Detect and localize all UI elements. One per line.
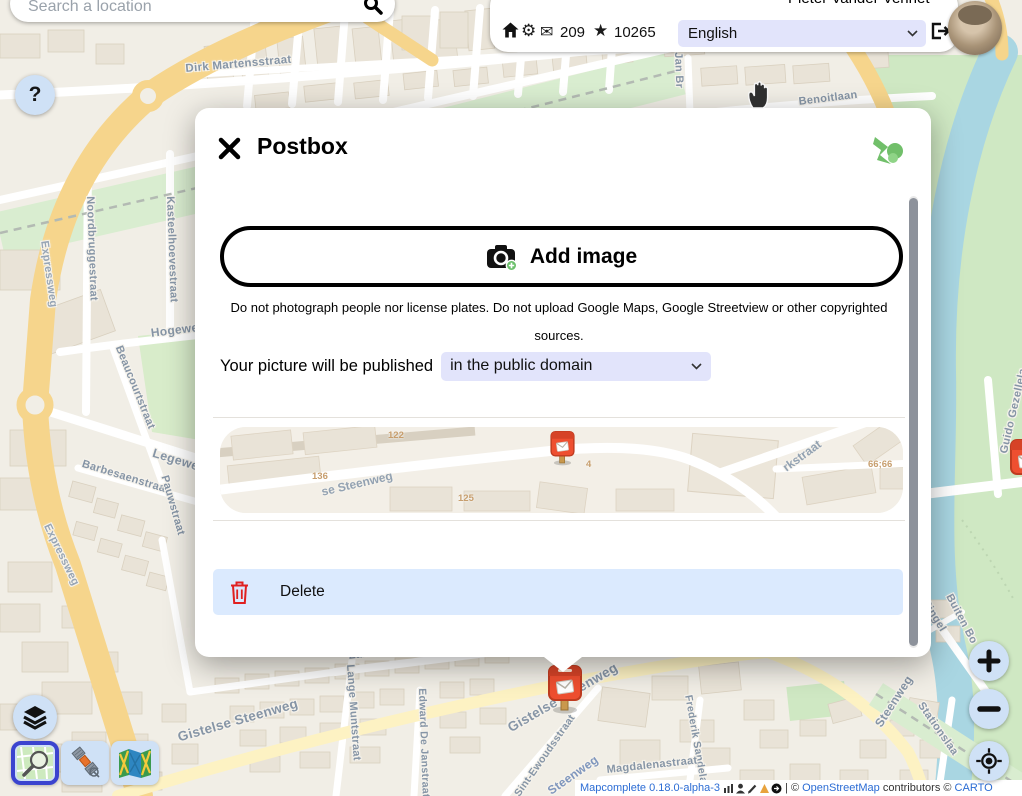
background-option-satellite[interactable] (61, 741, 109, 785)
license-select[interactable]: in the public domain (441, 352, 711, 381)
background-option-osm[interactable] (11, 741, 59, 785)
license-selected-value: in the public domain (450, 357, 592, 375)
plus-icon (977, 649, 1001, 673)
community-icon (771, 783, 782, 794)
delete-label: Delete (280, 583, 325, 601)
search-input[interactable]: Search a location (28, 0, 152, 16)
trash-icon (229, 580, 250, 605)
carto-link[interactable]: CARTO (955, 782, 993, 794)
postbox-marker-edge[interactable] (1008, 438, 1022, 493)
message-count[interactable]: 209 (560, 24, 585, 41)
chevron-down-ic (907, 30, 918, 37)
mail-icon[interactable]: ✉ (540, 22, 553, 42)
delete-button[interactable]: Delete (213, 569, 903, 615)
house-number: 4 (586, 459, 591, 470)
zoom-in-button[interactable] (969, 641, 1009, 681)
house-number: 66;66 (868, 459, 892, 470)
satellite-icon (67, 746, 103, 780)
camera-plus-icon (486, 243, 518, 271)
popup-pointer (544, 657, 582, 672)
license-row: Your picture will be published in the pu… (220, 352, 711, 381)
osm-carto-icon (17, 747, 53, 779)
mapcomplete-app: Dirk Martensstraat Noordbruggestraat Kas… (0, 0, 1022, 796)
divider (213, 417, 905, 418)
add-image-label: Add image (530, 245, 637, 269)
help-button[interactable]: ? (15, 75, 55, 115)
warning-icon (759, 783, 770, 794)
postbox-popup: Postbox Add image Do not photograph peop… (195, 108, 931, 657)
divider (213, 520, 905, 521)
search-icon[interactable] (363, 0, 383, 15)
language-value: English (688, 25, 737, 42)
minus-icon (977, 697, 1001, 721)
gear-icon[interactable]: ⚙ (521, 21, 536, 41)
house-number: 136 (312, 471, 328, 482)
popup-scrollbar[interactable] (909, 196, 918, 648)
help-label: ? (29, 83, 42, 107)
location-minimap[interactable]: 122 136 125 4 66;66 se Steenweg rkstraat (220, 427, 903, 513)
attribution-mid: contributors © (883, 782, 952, 794)
contributor-icon (735, 783, 746, 794)
postbox-marker[interactable] (546, 664, 584, 719)
crosshair-icon (974, 746, 1004, 776)
add-image-button[interactable]: Add image (220, 226, 903, 287)
map-icon (117, 747, 153, 779)
star-icon: ★ (593, 21, 608, 41)
chevron-down-icon (691, 363, 702, 370)
user-bar: Pieter Vander Vennet ⚙ ✉ 209 ★ 10265 Eng… (490, 0, 958, 52)
layers-icon (22, 704, 48, 730)
logout-icon[interactable] (930, 22, 950, 40)
layers-button[interactable] (13, 695, 57, 739)
mapcomplete-version-link[interactable]: Mapcomplete 0.18.0-alpha-3 (580, 782, 720, 794)
close-icon[interactable] (217, 136, 242, 161)
background-option-map[interactable] (111, 741, 159, 785)
image-disclaimer: Do not photograph people nor license pla… (227, 294, 891, 350)
house-number: 125 (458, 493, 474, 504)
attribution-icons (723, 783, 782, 794)
street-label: Jan Br (672, 52, 685, 88)
house-number: 122 (388, 430, 404, 441)
search-bar[interactable]: Search a location (10, 0, 395, 22)
zoom-out-button[interactable] (969, 689, 1009, 729)
attribution-sep: | © (785, 782, 799, 794)
scrollbar-thumb[interactable] (909, 198, 918, 646)
attribution-bar: Mapcomplete 0.18.0-alpha-3 | © OpenStree… (575, 780, 1022, 796)
language-select[interactable]: English (678, 20, 926, 47)
pencil-icon (747, 783, 758, 794)
star-count[interactable]: 10265 (614, 24, 656, 41)
background-layer-switcher (11, 741, 159, 785)
popup-title: Postbox (257, 133, 348, 160)
geolocate-button[interactable] (969, 741, 1009, 781)
avatar[interactable] (948, 1, 1002, 55)
osm-link[interactable]: OpenStreetMap (802, 782, 880, 794)
postbox-marker-mini (549, 430, 576, 471)
stats-icon (723, 783, 734, 794)
username[interactable]: Pieter Vander Vennet (788, 0, 930, 7)
mapcomplete-logo-icon (871, 134, 905, 168)
license-label: Your picture will be published (220, 357, 433, 376)
home-icon[interactable] (502, 22, 519, 39)
